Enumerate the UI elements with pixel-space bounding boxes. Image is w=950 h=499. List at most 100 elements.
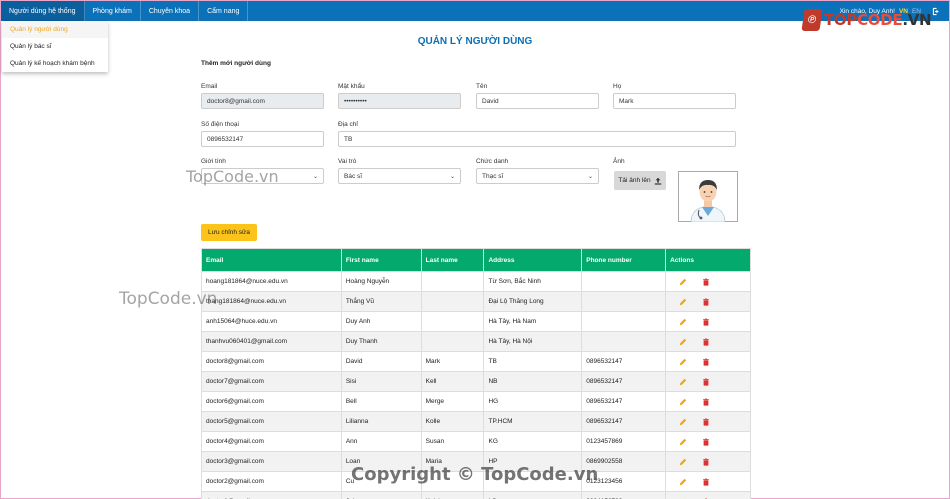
cell-first-name: Duy Anh	[340, 311, 422, 332]
edit-pencil-icon[interactable]	[678, 397, 687, 406]
cell-email: thanhvu060401@gmail.com	[201, 331, 342, 352]
cell-actions	[665, 471, 751, 492]
delete-trash-icon[interactable]	[701, 297, 710, 306]
cell-phone: 0896532147	[581, 391, 667, 412]
cell-address: TP.HCM	[483, 411, 583, 432]
cell-actions	[665, 411, 751, 432]
table-row: hoang181864@nuce.edu.vn Hoàng Nguyễn Từ Sơ…	[201, 271, 751, 292]
edit-pencil-icon[interactable]	[678, 357, 687, 366]
table-row: anh15064@huce.edu.vn Duy Anh Hà Tây, Hà Na…	[201, 311, 751, 332]
nav-item-handbook[interactable]: Cẩm nang	[199, 1, 249, 21]
edit-pencil-icon[interactable]	[678, 277, 687, 286]
cell-address: TB	[483, 351, 583, 372]
cell-last-name	[420, 291, 485, 312]
gender-field-group: Giới tính ⌄	[201, 158, 324, 184]
edit-pencil-icon[interactable]	[678, 457, 687, 466]
delete-trash-icon[interactable]	[701, 357, 710, 366]
edit-pencil-icon[interactable]	[678, 337, 687, 346]
phone-input[interactable]: 0896532147	[201, 131, 324, 147]
chevron-down-icon: ⌄	[587, 173, 593, 180]
role-label: Vai trò	[338, 158, 357, 165]
header-last-name: Last name	[420, 248, 485, 272]
cell-first-name: David	[340, 351, 422, 372]
dropdown-item-manage-doctors[interactable]: Quản lý bác sĩ	[2, 38, 108, 55]
cell-actions	[665, 351, 751, 372]
cell-first-name: John	[340, 491, 422, 499]
cell-email: doctor8@gmail.com	[201, 351, 342, 372]
address-input[interactable]: TB	[338, 131, 736, 147]
delete-trash-icon[interactable]	[701, 337, 710, 346]
firstname-field-group: Tên David	[476, 83, 599, 109]
position-field-group: Chức danh Thạc sĩ ⌄	[476, 158, 599, 184]
table-row: doctor5@gmail.com Lilianna Kolle TP.HCM 0896…	[201, 411, 751, 432]
topcode-logo: ℗ TOPCODE.VN	[801, 9, 932, 31]
lastname-input[interactable]: Mark	[613, 93, 736, 109]
nav-item-users[interactable]: Người dùng hệ thống	[1, 1, 85, 21]
cell-address: HP	[483, 451, 583, 472]
cell-first-name: Bell	[340, 391, 422, 412]
edit-pencil-icon[interactable]	[678, 377, 687, 386]
email-input[interactable]: doctor8@gmail.com	[201, 93, 324, 109]
delete-trash-icon[interactable]	[701, 397, 710, 406]
cell-address: LS	[483, 491, 583, 499]
cell-address: Từ Sơn, Bắc Ninh	[483, 271, 583, 292]
role-select[interactable]: Bác sĩ ⌄	[338, 168, 461, 184]
cell-last-name: Kolle	[420, 411, 485, 432]
gender-select[interactable]: ⌄	[201, 168, 324, 184]
section-title: Thêm mới người dùng	[201, 60, 271, 67]
cell-first-name: Ann	[340, 431, 422, 452]
nav-item-clinics[interactable]: Phòng khám	[85, 1, 141, 21]
firstname-label: Tên	[476, 83, 488, 90]
edit-pencil-icon[interactable]	[678, 417, 687, 426]
cell-address	[483, 471, 583, 492]
cell-address: HG	[483, 391, 583, 412]
phone-field-group: Số điện thoại 0896532147	[201, 121, 324, 147]
users-dropdown-menu: Quản lý người dùng Quản lý bác sĩ Quản l…	[2, 21, 108, 72]
delete-trash-icon[interactable]	[701, 437, 710, 446]
cell-last-name	[420, 331, 485, 352]
delete-trash-icon[interactable]	[701, 377, 710, 386]
cell-actions	[665, 391, 751, 412]
nav-item-specialties[interactable]: Chuyên khoa	[141, 1, 200, 21]
cell-email: anh15064@huce.edu.vn	[201, 311, 342, 332]
delete-trash-icon[interactable]	[701, 277, 710, 286]
cell-phone: 0896532147	[581, 371, 667, 392]
cell-last-name	[420, 471, 485, 492]
dropdown-item-manage-users[interactable]: Quản lý người dùng	[2, 21, 108, 38]
header-first-name: First name	[340, 248, 422, 272]
edit-pencil-icon[interactable]	[678, 477, 687, 486]
edit-pencil-icon[interactable]	[678, 297, 687, 306]
cell-address: KG	[483, 431, 583, 452]
cell-email: doctor1@gmail.com	[201, 491, 342, 499]
cell-first-name: Thắng Vũ	[340, 291, 422, 312]
dropdown-item-manage-schedule[interactable]: Quản lý kế hoạch khám bệnh	[2, 55, 108, 72]
cell-last-name: Susan	[420, 431, 485, 452]
edit-pencil-icon[interactable]	[678, 317, 687, 326]
logout-icon[interactable]	[931, 6, 941, 16]
cell-email: doctor5@gmail.com	[201, 411, 342, 432]
page-title: QUẢN LÝ NGƯỜI DÙNG	[417, 36, 533, 47]
cell-actions	[665, 311, 751, 332]
save-changes-button[interactable]: Lưu chỉnh sửa	[201, 224, 257, 241]
password-input[interactable]: ••••••••••	[338, 93, 461, 109]
cell-last-name: Kelvin	[420, 491, 485, 499]
cell-email: doctor4@gmail.com	[201, 431, 342, 452]
image-field-group: Ảnh	[613, 158, 673, 168]
cell-phone: 0234156789	[581, 491, 667, 499]
header-actions: Actions	[665, 248, 751, 272]
cell-last-name: Kell	[420, 371, 485, 392]
edit-pencil-icon[interactable]	[678, 437, 687, 446]
position-select[interactable]: Thạc sĩ ⌄	[476, 168, 599, 184]
delete-trash-icon[interactable]	[701, 457, 710, 466]
position-label: Chức danh	[476, 158, 509, 165]
upload-image-button[interactable]: Tải ảnh lên	[614, 171, 666, 190]
email-field-group: Email doctor8@gmail.com	[201, 83, 324, 109]
password-label: Mật khẩu	[338, 83, 365, 90]
delete-trash-icon[interactable]	[701, 417, 710, 426]
delete-trash-icon[interactable]	[701, 317, 710, 326]
delete-trash-icon[interactable]	[701, 477, 710, 486]
upload-icon	[654, 177, 661, 185]
firstname-input[interactable]: David	[476, 93, 599, 109]
avatar-preview	[678, 171, 738, 222]
cell-phone	[581, 271, 667, 292]
